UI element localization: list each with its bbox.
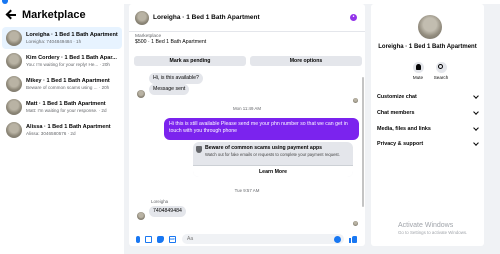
listing-info[interactable]: Marketplace $500 · 1 Bed 1 Bath Apartmen…: [135, 34, 206, 46]
mark-as-pending-button[interactable]: Mark as pending: [134, 56, 246, 66]
conversation-snippet: Alissa: 3046580576 · 2d: [26, 130, 76, 136]
avatar: [418, 15, 442, 39]
seen-avatar: [353, 221, 358, 226]
incoming-message: Hi, is this available?: [149, 73, 203, 84]
outgoing-message: Hi this is still available Please send m…: [164, 118, 359, 140]
gif-icon[interactable]: GIF: [169, 235, 176, 243]
learn-more-button[interactable]: Learn More: [193, 165, 353, 177]
section-label: Privacy & support: [377, 141, 424, 147]
chat-header: Loreigha · 1 Bed 1 Bath Apartment •: [129, 4, 365, 32]
warning-body: Watch out for fake emails or requests to…: [205, 152, 340, 157]
conversation-list-panel: Marketplace Loreigha · 1 Bed 1 Bath Apar…: [0, 4, 124, 254]
chat-title[interactable]: Loreigha · 1 Bed 1 Bath Apartment: [153, 14, 260, 21]
section-label: Chat members: [377, 110, 415, 116]
avatar: [6, 122, 22, 138]
chevron-down-icon: [473, 109, 479, 115]
avatar: [137, 90, 145, 98]
conversation-item[interactable]: Matt · 1 Bed 1 Bath Apartment Matt: I'm …: [2, 96, 122, 118]
conversation-name: Matt · 1 Bed 1 Bath Apartment: [26, 100, 106, 107]
conversation-name: Alissa · 1 Bed 1 Bath Apartment: [26, 123, 111, 130]
search-button[interactable]: Search: [431, 62, 451, 80]
avatar: [6, 99, 22, 115]
listing-price: $500 · 1 Bed 1 Bath Apartment: [135, 39, 207, 45]
left-header: Marketplace: [0, 4, 124, 26]
more-options-button[interactable]: More options: [250, 56, 362, 66]
privacy-support-section[interactable]: Privacy & support: [377, 139, 479, 149]
chevron-down-icon: [473, 125, 479, 131]
conversation-snippet: Loreigha: 7404849484 · 1h: [26, 38, 82, 44]
chat-members-section[interactable]: Chat members: [377, 108, 479, 118]
photo-icon[interactable]: [145, 235, 152, 243]
avatar: [6, 53, 22, 69]
message-composer: GIF: [129, 232, 365, 246]
section-label: Media, files and links: [377, 126, 431, 132]
sender-name: Loreigha: [151, 199, 169, 204]
bell-icon: [415, 64, 421, 70]
conversation-item[interactable]: Loreigha · 1 Bed 1 Bath Apartment Loreig…: [2, 27, 122, 49]
section-label: Customize chat: [377, 94, 417, 100]
chat-panel: Loreigha · 1 Bed 1 Bath Apartment • Mark…: [129, 4, 365, 246]
conversation-item[interactable]: Alissa · 1 Bed 1 Bath Apartment Alissa: …: [2, 119, 122, 141]
back-arrow-icon[interactable]: [6, 10, 16, 20]
avatar: [137, 212, 145, 220]
scam-warning-card: Beware of common scams using payment app…: [193, 142, 353, 177]
shield-icon: [196, 146, 202, 153]
mute-label: Mute: [412, 75, 424, 80]
sticker-icon[interactable]: [157, 235, 164, 243]
incoming-message: Message sent: [149, 84, 190, 95]
activate-windows-watermark: Activate Windows Go to Settings to activ…: [398, 222, 467, 235]
watermark-subtitle: Go to Settings to activate Windows.: [398, 230, 468, 235]
conversation-name: Kim Cordery · 1 Bed 1 Bath Apar...: [26, 54, 117, 61]
like-icon[interactable]: [349, 235, 357, 243]
scrollbar[interactable]: [362, 77, 364, 207]
conversation-name: Mikey · 1 Bed 1 Bath Apartment: [26, 77, 110, 84]
seen-avatar: [353, 98, 358, 103]
media-files-links-section[interactable]: Media, files and links: [377, 124, 479, 134]
warning-title: Beware of common scams using payment app…: [205, 145, 323, 151]
conversation-snippet: Matt: I'm waiting for your response. · 2…: [26, 107, 107, 113]
conversation-snippet: You: I'm waiting for your reply! He... ·…: [26, 61, 110, 67]
conversation-item[interactable]: Kim Cordery · 1 Bed 1 Bath Apar... You: …: [2, 50, 122, 72]
emoji-icon[interactable]: [334, 235, 341, 243]
conversation-snippet: Beware of common scams using ... · 20h: [26, 84, 110, 90]
watermark-title: Activate Windows: [398, 222, 454, 229]
avatar: [6, 76, 22, 92]
chevron-down-icon: [473, 93, 479, 99]
mic-icon[interactable]: [136, 235, 140, 243]
conversation-name: Loreigha · 1 Bed 1 Bath Apartment: [26, 31, 118, 38]
search-label: Search: [433, 75, 449, 80]
avatar: [6, 30, 22, 46]
chat-details-panel: Loreigha · 1 Bed 1 Bath Apartment Mute S…: [371, 4, 484, 246]
search-icon: [437, 64, 443, 69]
chevron-down-icon: [473, 140, 479, 146]
mute-button[interactable]: Mute: [408, 62, 428, 80]
contact-name: Loreigha · 1 Bed 1 Bath Apartment: [378, 44, 477, 50]
customize-chat-section[interactable]: Customize chat: [377, 92, 479, 102]
message-input[interactable]: [182, 234, 344, 244]
timestamp: Mon 11:49 AM: [233, 106, 261, 111]
timestamp: Tue 9:57 AM: [234, 188, 260, 193]
page-title: Marketplace: [22, 9, 86, 21]
info-icon[interactable]: •: [350, 14, 357, 21]
incoming-message: 7404849484: [149, 206, 186, 217]
avatar[interactable]: [135, 10, 149, 25]
conversation-item[interactable]: Mikey · 1 Bed 1 Bath Apartment Beware of…: [2, 73, 122, 95]
